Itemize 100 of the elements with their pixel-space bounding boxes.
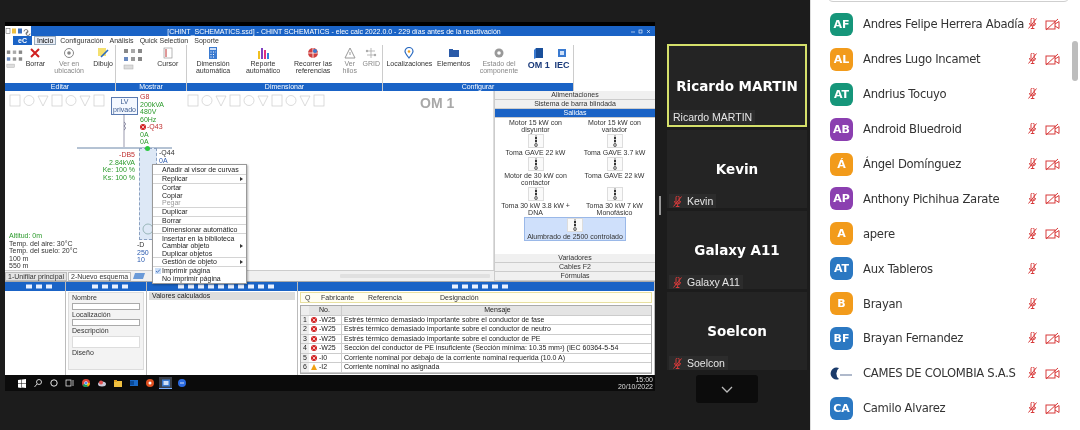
participant-name: Brayan Fernandez xyxy=(863,331,965,346)
ribbon-button[interactable]: IEC xyxy=(553,47,571,70)
search-icon xyxy=(32,378,43,388)
participant-name: Aux Tableros xyxy=(863,261,934,276)
participant-label: Ricardo MARTIN xyxy=(673,111,753,123)
taskbar-button[interactable] xyxy=(47,377,60,389)
avatar: AT xyxy=(830,257,853,281)
participant-name: Andres Felipe Herrera Abadía xyxy=(863,17,1025,32)
scrollbar[interactable] xyxy=(1072,41,1078,81)
participant-name: Brayan xyxy=(863,296,904,311)
cloud-icon xyxy=(96,378,107,388)
input-field[interactable] xyxy=(72,302,140,310)
circuit-symbol-icon xyxy=(606,187,623,201)
connection-dot xyxy=(145,146,150,151)
avatar: Á xyxy=(830,152,853,176)
book-icon xyxy=(532,47,545,59)
participant-name: Android Bluedroid xyxy=(863,122,963,137)
task-view-icon xyxy=(64,378,75,388)
avatar: BF xyxy=(830,326,853,350)
participant-row[interactable]: B Brayan xyxy=(811,286,1080,321)
eye-icon xyxy=(63,47,76,59)
participant-label: Kevin xyxy=(687,195,714,207)
participant-name: Camilo Alvarez xyxy=(863,401,947,416)
motor-symbol-icon xyxy=(142,223,154,235)
avatar: A xyxy=(830,222,853,246)
participant-row[interactable]: AB Android Bluedroid xyxy=(811,111,1080,147)
avatar: AL xyxy=(830,47,853,71)
video-tile[interactable]: Soelcon Soelcon xyxy=(667,292,807,370)
submenu-arrow-icon xyxy=(239,243,243,248)
participant-row[interactable]: AF Andres Felipe Herrera Abadía xyxy=(811,7,1080,42)
participant-row[interactable]: Á Ángel Domínguez xyxy=(811,146,1080,182)
avatar: CA xyxy=(830,396,853,420)
participant-label: Galaxy A11 xyxy=(687,276,740,288)
circuit-symbol-icon xyxy=(567,218,583,232)
error-icon xyxy=(140,123,146,130)
participant-row[interactable]: CA Camilo Alvarez xyxy=(811,390,1080,426)
participant-name: apere xyxy=(863,226,896,241)
folder-icon xyxy=(447,47,460,59)
window-controls-drawing[interactable] xyxy=(629,27,653,35)
toolbar-icons-drawing[interactable] xyxy=(298,282,654,291)
toolbar-icons-drawing[interactable] xyxy=(147,282,297,291)
participant-row[interactable]: AL Andres Lugo Incamet xyxy=(811,41,1080,77)
circuit-symbol-icon xyxy=(527,187,544,201)
participant-row[interactable]: CAMES DE COLOMBIA S.A.S xyxy=(811,355,1080,391)
toolbar-icons-drawing[interactable] xyxy=(66,282,146,291)
participant-name: CAMES DE COLOMBIA S.A.S xyxy=(863,366,1017,381)
participant-name: Galaxy A11 xyxy=(694,242,780,258)
submenu-arrow-icon xyxy=(239,176,243,181)
taskbar-button[interactable] xyxy=(143,377,156,389)
participant-name: Soelcon xyxy=(707,323,767,339)
taskbar-button[interactable] xyxy=(15,377,28,389)
participant-label: Soelcon xyxy=(687,357,725,369)
chevron-down-icon xyxy=(721,385,733,393)
circuit-symbol-icon xyxy=(527,134,544,148)
taskbar-button[interactable] xyxy=(175,377,188,389)
avatar: AB xyxy=(830,117,853,141)
new-page-tab-icon[interactable] xyxy=(133,273,146,279)
participant-name: Andres Lugo Incamet xyxy=(863,52,982,67)
toolbar-icons-drawing[interactable] xyxy=(5,282,65,291)
checkmark-icon xyxy=(154,267,161,274)
participant-row[interactable]: AT Andrius Tocuyo xyxy=(811,76,1080,112)
avatar: AT xyxy=(830,82,853,106)
app-icon xyxy=(160,377,171,388)
muted-mic-icon xyxy=(672,276,683,288)
bar-chart-icon xyxy=(257,47,269,59)
taskbar-button[interactable] xyxy=(31,377,44,389)
input-field[interactable] xyxy=(72,319,140,326)
muted-mic-icon xyxy=(672,357,683,369)
ribbon-button[interactable]: OM 1 xyxy=(526,47,551,70)
taskbar-button[interactable] xyxy=(63,377,76,389)
submenu-arrow-icon xyxy=(239,260,243,264)
small-tools-drawing[interactable] xyxy=(122,47,145,71)
participant-name: Ángel Domínguez xyxy=(863,157,962,171)
participant-row[interactable]: AP Anthony Pichihua Zarate xyxy=(811,181,1080,217)
feeder-wire xyxy=(122,114,126,147)
participant-name: Ricardo MARTIN xyxy=(676,77,798,94)
mail-icon xyxy=(128,378,139,388)
participant-name: Andrius Tocuyo xyxy=(863,87,948,102)
taskbar-button[interactable] xyxy=(79,377,92,389)
warning-icon xyxy=(343,47,356,59)
participant-row[interactable]: BF Brayan Fernandez xyxy=(811,321,1080,356)
quick-access-icons-drawing[interactable] xyxy=(5,26,31,36)
circuit-symbol-icon xyxy=(606,157,623,171)
resize-handle[interactable] xyxy=(659,196,661,215)
document-icon xyxy=(144,378,155,388)
taskbar-button[interactable] xyxy=(159,377,172,389)
small-tools-drawing[interactable] xyxy=(6,47,25,71)
video-tile[interactable]: Galaxy A11 Galaxy A11 xyxy=(667,211,807,289)
video-tile[interactable]: Kevin Kevin xyxy=(667,130,807,208)
browser-icon xyxy=(80,378,91,388)
avatar: AF xyxy=(830,12,853,36)
network-icon xyxy=(365,47,378,59)
video-tile[interactable]: Ricardo MARTIN Ricardo MARTIN xyxy=(667,44,807,127)
badge-icon xyxy=(556,47,569,59)
participant-row[interactable]: AT Aux Tableros xyxy=(811,251,1080,287)
taskbar-button[interactable] xyxy=(111,377,124,389)
chat-icon xyxy=(176,378,187,388)
participant-row[interactable]: A apere xyxy=(811,216,1080,252)
page-label: OM 1 xyxy=(420,95,455,111)
more-tiles-button[interactable] xyxy=(696,375,758,403)
